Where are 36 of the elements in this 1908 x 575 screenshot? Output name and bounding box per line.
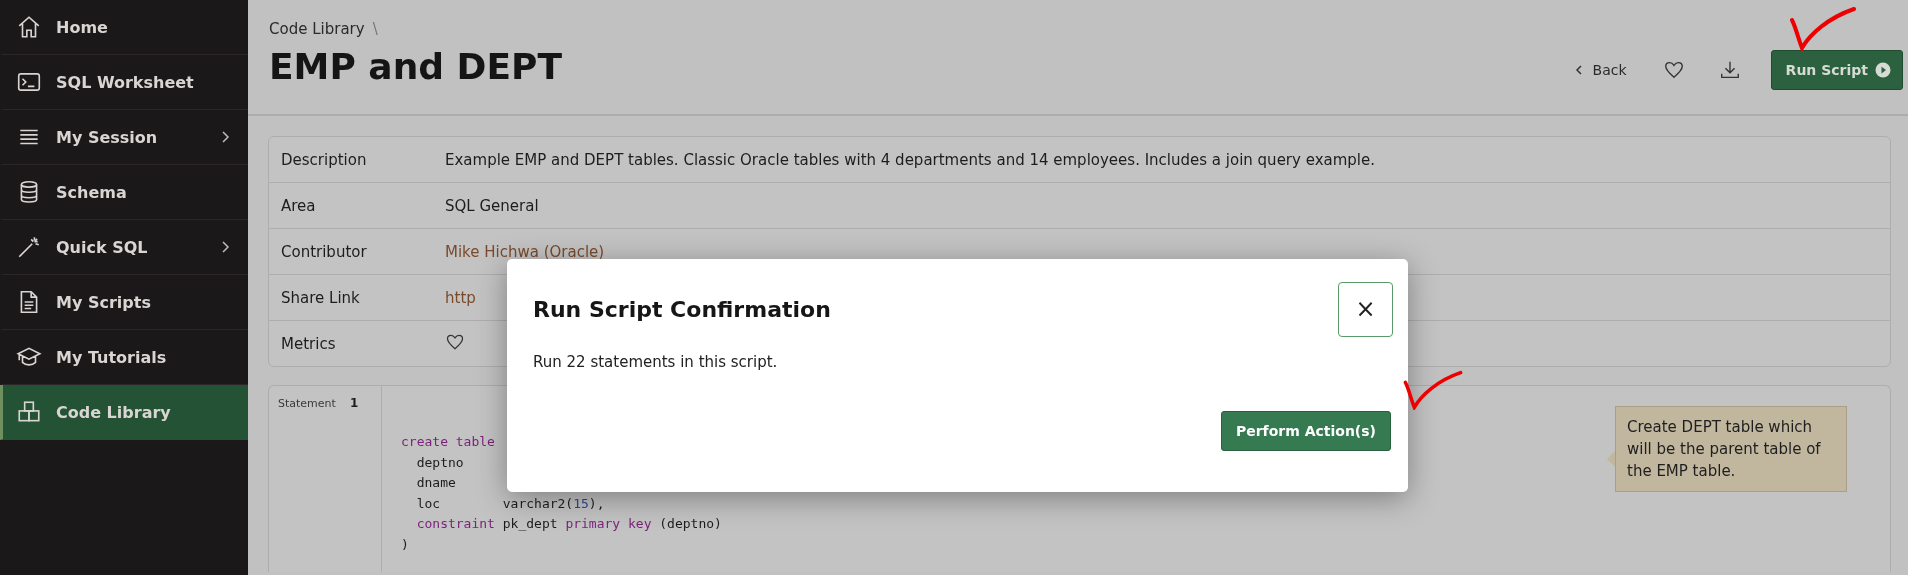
sidebar-item[interactable]: Quick SQL <box>0 220 248 275</box>
detail-label: Area <box>280 196 317 215</box>
heart-icon <box>1662 59 1685 81</box>
sidebar-item[interactable]: SQL Worksheet <box>0 55 248 110</box>
tooltip-note: Create DEPT table which will be the parent table of the EMP table. <box>1615 406 1847 492</box>
run-script-button[interactable]: Run Script <box>1770 50 1903 90</box>
check-mark-drawing <box>1788 6 1858 51</box>
back-button[interactable]: Back <box>1568 56 1633 84</box>
sidebar-item[interactable]: My Scripts <box>0 275 248 330</box>
breadcrumb-separator: \ <box>372 20 378 38</box>
detail-label: Description <box>280 150 368 169</box>
page-title: EMP and DEPT <box>269 46 563 88</box>
sidebar-item[interactable]: My Session <box>0 110 248 165</box>
statement-label: Statement <box>278 397 336 410</box>
detail-value: SQL General <box>445 196 539 215</box>
magic-wand-icon <box>16 234 42 260</box>
home-icon <box>16 14 42 40</box>
detail-label: Share Link <box>280 288 361 307</box>
detail-label: Contributor <box>280 242 368 261</box>
sidebar-item[interactable]: Home <box>0 0 248 55</box>
sidebar-item[interactable]: Code Library <box>0 385 248 440</box>
dialog-title: Run Script Confirmation <box>533 296 831 322</box>
chevron-left-icon <box>1574 64 1583 76</box>
perform-action-button[interactable]: Perform Action(s) <box>1220 411 1391 451</box>
detail-link[interactable]: http <box>445 288 476 307</box>
detail-value: Example EMP and DEPT tables. Classic Oracle tables with 4 departments and 14 employees. Includes a join query example. <box>445 150 1375 169</box>
download-icon <box>1718 59 1741 81</box>
play-icon <box>1874 61 1892 79</box>
code-text: create table deptno dname loc varchar2(15), constraint pk_dept primary key (deptno) ) <box>401 433 722 554</box>
close-button[interactable]: × <box>1338 281 1393 337</box>
detail-label: Metrics <box>280 334 337 353</box>
statement-number: 1 <box>349 396 359 410</box>
sidebar-item[interactable]: Schema <box>0 165 248 220</box>
detail-link[interactable]: Mike Hichwa (Oracle) <box>445 242 605 261</box>
breadcrumb-link[interactable]: Code Library <box>269 20 365 38</box>
dialog-message: Run 22 statements in this script. <box>533 353 779 371</box>
